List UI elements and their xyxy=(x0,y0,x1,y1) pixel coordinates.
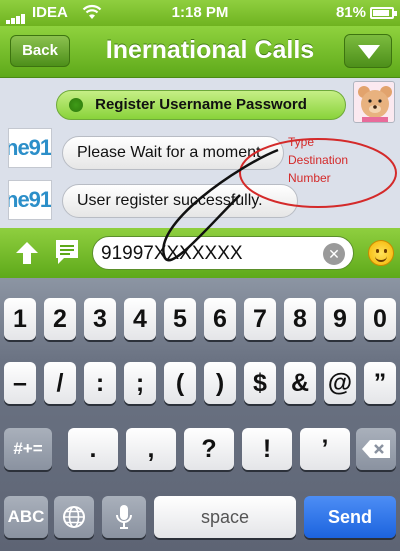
page-title: Inernational Calls xyxy=(105,36,315,64)
clear-icon[interactable]: ✕ xyxy=(323,243,345,265)
arrow-up-icon[interactable] xyxy=(14,240,40,266)
chat-message-received: User register successfully. xyxy=(62,184,298,218)
key-open-paren[interactable]: ( xyxy=(164,362,196,404)
number-input-field[interactable]: ✕ xyxy=(92,236,354,270)
key-close-paren[interactable]: ) xyxy=(204,362,236,404)
app-logo: ne91 xyxy=(8,128,52,168)
key-3[interactable]: 3 xyxy=(84,298,116,340)
message-icon[interactable] xyxy=(54,238,80,266)
key-semicolon[interactable]: ; xyxy=(124,362,156,404)
key-at[interactable]: @ xyxy=(324,362,356,404)
keyboard: 1 2 3 4 5 6 7 8 9 0 – / : ; ( ) $ & @ ” … xyxy=(0,278,400,551)
key-quote[interactable]: ” xyxy=(364,362,396,404)
menu-dropdown-button[interactable] xyxy=(344,34,392,68)
chat-message-received: Please Wait for a moment xyxy=(62,136,284,170)
annotation-line: Destination xyxy=(288,153,349,167)
message-composer: ✕ xyxy=(0,228,400,278)
key-4[interactable]: 4 xyxy=(124,298,156,340)
key-5[interactable]: 5 xyxy=(164,298,196,340)
globe-key[interactable] xyxy=(54,496,94,538)
space-key[interactable]: space xyxy=(154,496,296,538)
key-more-symbols[interactable]: #+= xyxy=(4,428,52,470)
number-input[interactable] xyxy=(101,241,321,267)
chevron-down-icon xyxy=(358,45,380,59)
chat-message-sent: Register Username Password xyxy=(56,90,346,120)
key-2[interactable]: 2 xyxy=(44,298,76,340)
key-colon[interactable]: : xyxy=(84,362,116,404)
app-logo: ne91 xyxy=(8,180,52,220)
key-9[interactable]: 9 xyxy=(324,298,356,340)
key-slash[interactable]: / xyxy=(44,362,76,404)
key-1[interactable]: 1 xyxy=(4,298,36,340)
back-button[interactable]: Back xyxy=(10,35,70,67)
key-comma[interactable]: , xyxy=(126,428,176,470)
key-dollar[interactable]: $ xyxy=(244,362,276,404)
microphone-key[interactable] xyxy=(102,496,146,538)
key-ampersand[interactable]: & xyxy=(284,362,316,404)
key-dash[interactable]: – xyxy=(4,362,36,404)
key-exclamation[interactable]: ! xyxy=(242,428,292,470)
send-key[interactable]: Send xyxy=(304,496,396,538)
key-apostrophe[interactable]: ’ xyxy=(300,428,350,470)
microphone-icon xyxy=(116,505,132,529)
chat-area[interactable]: Register Username Password ne91 Please W… xyxy=(0,78,400,228)
status-bar: IDEA 1:18 PM 81% xyxy=(0,0,400,26)
globe-icon xyxy=(63,506,85,528)
battery-percent: 81% xyxy=(335,4,366,21)
backspace-key[interactable] xyxy=(356,428,396,470)
annotation-line: Number xyxy=(288,171,331,185)
key-question[interactable]: ? xyxy=(184,428,234,470)
bear-avatar xyxy=(353,81,395,123)
abc-key[interactable]: ABC xyxy=(4,496,48,538)
navigation-bar: Back Inernational Calls xyxy=(0,26,400,78)
backspace-icon xyxy=(362,440,390,458)
smiley-icon[interactable] xyxy=(368,240,394,266)
key-0[interactable]: 0 xyxy=(364,298,396,340)
annotation-line: Type xyxy=(288,135,315,149)
battery-icon xyxy=(370,7,397,19)
key-6[interactable]: 6 xyxy=(204,298,236,340)
key-8[interactable]: 8 xyxy=(284,298,316,340)
key-period[interactable]: . xyxy=(68,428,118,470)
key-7[interactable]: 7 xyxy=(244,298,276,340)
